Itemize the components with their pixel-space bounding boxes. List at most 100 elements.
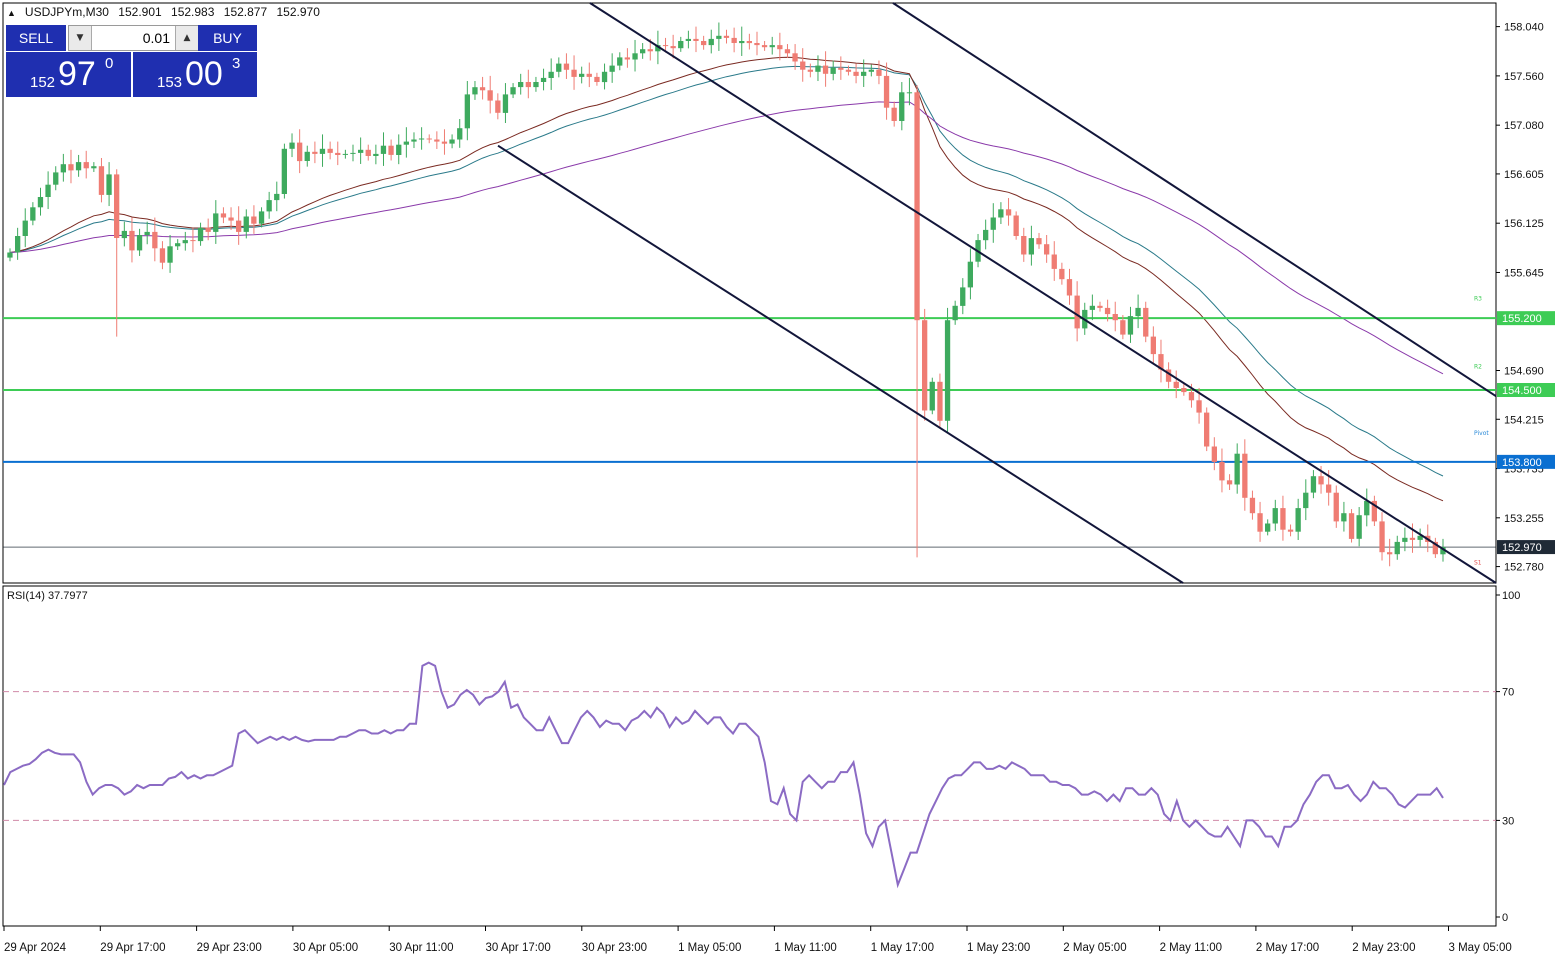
bearish-candle [1120, 320, 1126, 335]
bullish-candle [1394, 541, 1400, 555]
bullish-candle [342, 153, 348, 155]
bullish-candle [106, 174, 112, 195]
bearish-candle [1409, 537, 1416, 540]
bullish-candle [1127, 316, 1134, 335]
buy-button[interactable]: BUY [198, 25, 257, 51]
bullish-candle [1303, 492, 1309, 509]
bearish-candle [1379, 521, 1385, 553]
bearish-candle [594, 76, 600, 82]
bearish-candle [777, 45, 783, 50]
time-tick-label: 1 May 11:00 [774, 942, 836, 954]
moving-average-line [9, 65, 1444, 477]
sell-button[interactable]: SELL [6, 25, 66, 51]
bullish-candle [967, 261, 973, 288]
bearish-candle [807, 69, 813, 72]
bullish-candle [830, 67, 836, 74]
bearish-candle [98, 166, 105, 195]
price-tick-label: 158.040 [1504, 22, 1544, 34]
horizontal-levels: R3 R2 Pivot S1 [3, 296, 1496, 566]
bearish-candle [1204, 412, 1210, 447]
lot-size-value[interactable]: 0.01 [143, 26, 170, 50]
bullish-candle [983, 229, 989, 241]
rsi-title: RSI(14) 37.7977 [7, 590, 88, 602]
bearish-candle [1318, 476, 1324, 485]
time-tick-label: 2 May 05:00 [1063, 942, 1126, 954]
bullish-candle [213, 213, 219, 232]
bearish-candle [205, 227, 211, 232]
bullish-candle [1272, 508, 1278, 524]
price-tick-label: 154.690 [1504, 366, 1544, 378]
bullish-candle [274, 193, 280, 201]
ask-price-pips: 00 [185, 55, 223, 93]
ohlc-close: 152.970 [276, 5, 320, 19]
rsi-pane-frame [2, 585, 1497, 927]
bid-price-prefix: 152 [30, 74, 56, 91]
moving-average-lines [9, 56, 1444, 502]
bearish-candle [1387, 552, 1393, 555]
bullish-candle [15, 236, 21, 253]
bearish-candle [822, 65, 829, 74]
price-tick-label: 156.125 [1504, 218, 1544, 230]
bullish-candle [60, 164, 66, 173]
bullish-candle [472, 87, 478, 95]
bearish-candle [251, 216, 257, 224]
chart-canvas[interactable]: R3 R2 Pivot S1 158.040 157.560 157.080 156.605… [0, 0, 1560, 960]
bearish-candle [1249, 497, 1256, 514]
bullish-candle [510, 87, 516, 95]
bearish-candle [434, 139, 440, 142]
rsi-indicator: 100 70 30 0 [3, 590, 1520, 924]
bullish-candle [944, 320, 951, 421]
symbol-header: ▲ USDJPYm,M30 152.901 152.983 152.877 152… [7, 5, 320, 19]
bullish-candle [815, 65, 821, 72]
trend-channel-line [892, 2, 1497, 398]
bullish-candle [45, 184, 51, 197]
bullish-candle [464, 94, 470, 129]
bullish-candle [556, 63, 562, 72]
rsi-tick-label: 0 [1502, 912, 1508, 924]
time-tick-label: 2 May 11:00 [1160, 942, 1222, 954]
ask-price-button[interactable]: 153 00 3 [133, 52, 257, 97]
bullish-candle [769, 45, 775, 48]
bullish-candle [418, 138, 425, 140]
bullish-candle [7, 252, 13, 258]
collapse-triangle-icon[interactable]: ▲ [7, 8, 16, 18]
bullish-candle [350, 152, 356, 154]
bearish-candle [662, 45, 669, 47]
bearish-candle [1074, 295, 1080, 329]
bearish-candle [220, 213, 227, 218]
trend-channel-lines[interactable] [497, 2, 1497, 584]
lot-increase-icon[interactable]: ▲ [175, 26, 198, 50]
bullish-candle [868, 69, 874, 72]
bullish-candle [960, 287, 966, 306]
bullish-candle [75, 162, 82, 171]
bearish-candle [365, 149, 371, 156]
bid-price-fraction: 0 [105, 55, 114, 72]
bullish-candle [175, 243, 181, 247]
lot-dropdown-icon[interactable]: ▼ [69, 26, 92, 50]
time-tick-label: 30 Apr 17:00 [486, 942, 551, 954]
time-tick-label: 30 Apr 05:00 [293, 942, 358, 954]
bullish-candle [91, 166, 97, 169]
moving-average-line [9, 56, 1444, 502]
bullish-candle [906, 92, 913, 94]
bullish-candle [540, 77, 547, 82]
bearish-candle [1021, 236, 1027, 255]
bearish-candle [571, 69, 577, 77]
bearish-candle [670, 46, 676, 49]
price-tick-label: 157.560 [1504, 71, 1544, 83]
bearish-candle [152, 231, 158, 249]
bearish-candle [487, 90, 493, 101]
bullish-candle [266, 200, 272, 212]
bullish-candle [37, 197, 44, 208]
bullish-candle [258, 211, 265, 224]
bid-price-button[interactable]: 152 97 0 [6, 52, 131, 97]
bearish-candle [1333, 492, 1339, 522]
bullish-candle [319, 148, 326, 154]
bullish-candle [167, 246, 173, 263]
lot-size-field[interactable]: ▼ 0.01 ▲ [68, 25, 199, 51]
bullish-candle [457, 128, 463, 140]
moving-average-line [9, 101, 1444, 375]
ohlc-open: 152.901 [118, 5, 162, 19]
bearish-candle [693, 38, 699, 41]
bearish-candle [784, 49, 791, 54]
